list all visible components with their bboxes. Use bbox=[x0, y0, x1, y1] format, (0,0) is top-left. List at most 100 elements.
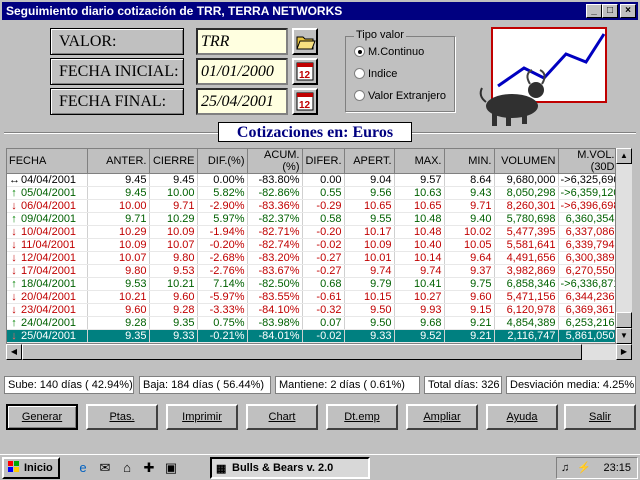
title-bar[interactable]: Seguimiento diario cotización de TRR, TE… bbox=[2, 2, 638, 20]
clock[interactable]: 23:15 bbox=[603, 462, 631, 474]
scroll-thumb[interactable] bbox=[616, 312, 632, 328]
table-row[interactable]: ↓ 17/04/2001 9.80 9.53 -2.76% -83.67% -0.27 9.7… bbox=[7, 264, 615, 278]
table-cell: -2.76% bbox=[197, 264, 248, 278]
table-row[interactable]: ↓ 23/04/2001 9.60 9.28 -3.33% -84.10% -0.32 9.5… bbox=[7, 303, 615, 317]
table-cell: -0.20% bbox=[197, 238, 248, 252]
system-tray: ♫ ⚡ 23:15 bbox=[556, 457, 638, 479]
table-cell: 9.55 bbox=[344, 212, 395, 226]
mvol-value: 6,336,871 bbox=[570, 278, 616, 290]
vertical-scrollbar[interactable]: ▲ ▼ bbox=[616, 148, 632, 344]
table-row[interactable]: ↓ 25/04/2001 9.35 9.33 -0.21% -84.01% -0.02 9.3… bbox=[7, 329, 615, 343]
scroll-up-button[interactable]: ▲ bbox=[616, 148, 632, 164]
ayuda-button[interactable]: Ayuda bbox=[486, 404, 558, 430]
table-cell: 9.74 bbox=[394, 264, 445, 278]
fecha-inicial-input[interactable]: 01/01/2000 bbox=[196, 58, 288, 85]
fecha-final-label: FECHA FINAL: bbox=[50, 88, 184, 115]
radio-valor-extranjero[interactable]: Valor Extranjero bbox=[354, 90, 446, 102]
table-row[interactable]: ↓ 06/04/2001 10.00 9.71 -2.90% -83.36% -0.29 10… bbox=[7, 199, 615, 213]
table-row[interactable]: ↓ 11/04/2001 10.09 10.07 -0.20% -82.74% -0.02 1… bbox=[7, 238, 615, 252]
table-cell: 9.43 bbox=[444, 186, 495, 200]
table-cell: 10.21 bbox=[87, 290, 150, 304]
table-cell: 9.50 bbox=[344, 316, 395, 330]
column-header[interactable]: DIFER. bbox=[302, 149, 345, 174]
hscroll-thumb[interactable] bbox=[22, 344, 582, 360]
dt-emp-button[interactable]: Dt.emp bbox=[326, 404, 398, 430]
table-cell: 5.82% bbox=[197, 186, 248, 200]
table-row[interactable]: ↑ 09/04/2001 9.71 10.29 5.97% -82.37% 0.58 9.55… bbox=[7, 212, 615, 226]
mvol-value: 6,360,354 bbox=[565, 213, 615, 225]
date-cell: ↓ 11/04/2001 bbox=[7, 238, 88, 252]
mvol-cell: 6,369,361 bbox=[558, 303, 615, 317]
table-row[interactable]: ↑ 24/04/2001 9.28 9.35 0.75% -83.98% 0.07 9.50 9… bbox=[7, 316, 615, 330]
close-button[interactable]: × bbox=[620, 4, 636, 18]
table-body: ↔04/04/2001 9.45 9.45 0.00% -83.80% 0.00 9.04 9… bbox=[7, 173, 616, 343]
date-cell: ↓ 12/04/2001 bbox=[7, 251, 88, 265]
channel-icon[interactable]: ✚ bbox=[140, 459, 158, 477]
column-header[interactable]: APERT. bbox=[344, 149, 395, 174]
scroll-left-button[interactable]: ◀ bbox=[6, 344, 22, 360]
column-header[interactable]: ACUM.(%) bbox=[247, 149, 303, 174]
radio-indice[interactable]: Indice bbox=[354, 68, 397, 80]
date-cell: ↓ 10/04/2001 bbox=[7, 225, 88, 239]
date-text: 06/04/2001 bbox=[21, 200, 77, 212]
date-cell: ↑ 09/04/2001 bbox=[7, 212, 88, 226]
table-row[interactable]: ↔04/04/2001 9.45 9.45 0.00% -83.80% 0.00 9.04 9… bbox=[7, 173, 615, 187]
column-header[interactable]: ANTER. bbox=[87, 149, 150, 174]
table-cell: 4,491,656 bbox=[494, 251, 559, 265]
table-row[interactable]: ↑ 18/04/2001 9.53 10.21 7.14% -82.50% 0.68 9.79… bbox=[7, 277, 616, 291]
table-cell: 5,780,698 bbox=[494, 212, 559, 226]
imprimir-button[interactable]: Imprimir bbox=[166, 404, 238, 430]
table-cell: 0.00% bbox=[197, 173, 248, 187]
scroll-down-button[interactable]: ▼ bbox=[616, 328, 632, 344]
minimize-button[interactable]: _ bbox=[586, 4, 602, 18]
network-icon[interactable]: ⚡ bbox=[577, 458, 591, 478]
status-desviacion: Desviación media: 4.25% bbox=[506, 376, 636, 394]
table-cell: 10.00 bbox=[87, 199, 150, 213]
start-button[interactable]: Inicio bbox=[2, 457, 60, 479]
table-row[interactable]: ↑ 05/04/2001 9.45 10.00 5.82% -82.86% 0.55 9.56… bbox=[7, 186, 615, 200]
column-header[interactable]: FECHA bbox=[7, 149, 88, 174]
scroll-right-button[interactable]: ▶ bbox=[616, 344, 632, 360]
outlook-icon[interactable]: ⌂ bbox=[118, 459, 136, 477]
mvol-cell: 6,337,086 bbox=[558, 225, 615, 239]
open-folder-button[interactable] bbox=[292, 28, 318, 55]
salir-button[interactable]: Salir bbox=[564, 404, 636, 430]
mail-icon[interactable]: ✉ bbox=[96, 459, 114, 477]
bull-chart-logo bbox=[479, 27, 607, 126]
volume-icon[interactable]: ♫ bbox=[561, 458, 569, 478]
column-header[interactable]: MAX. bbox=[394, 149, 445, 174]
radio-dot bbox=[354, 46, 365, 57]
mvol-marker: -> bbox=[560, 278, 571, 290]
horizontal-scrollbar[interactable]: ◀ ▶ bbox=[6, 344, 632, 360]
table-cell: 9.21 bbox=[444, 329, 495, 343]
table-row[interactable]: ↓ 12/04/2001 10.07 9.80 -2.68% -83.20% -0.27 10… bbox=[7, 251, 615, 265]
down-arrow-icon: ↓ bbox=[11, 200, 17, 212]
desktop-icon[interactable]: ▣ bbox=[162, 459, 180, 477]
valor-input[interactable]: TRR bbox=[196, 28, 288, 55]
radio-m-continuo[interactable]: M.Continuo bbox=[354, 46, 424, 58]
column-header[interactable]: VOLUMEN bbox=[494, 149, 559, 174]
chart-button[interactable]: Chart bbox=[246, 404, 318, 430]
task-bulls-bears[interactable]: ▦ Bulls & Bears v. 2.0 bbox=[210, 457, 370, 479]
mvol-value: 6,337,086 bbox=[565, 226, 615, 238]
table-row[interactable]: ↓ 10/04/2001 10.29 10.09 -1.94% -82.71% -0.20 1… bbox=[7, 225, 615, 239]
calendar-final-button[interactable]: 12 bbox=[292, 88, 318, 115]
ampliar-button[interactable]: Ampliar bbox=[406, 404, 478, 430]
table-row[interactable]: ↓ 20/04/2001 10.21 9.60 -5.97% -83.55% -0.61 10… bbox=[7, 290, 615, 304]
column-header[interactable]: CIERRE bbox=[149, 149, 198, 174]
generar-button[interactable]: Generar bbox=[6, 404, 78, 430]
maximize-button[interactable]: □ bbox=[602, 4, 618, 18]
column-header[interactable]: MIN. bbox=[444, 149, 495, 174]
column-header[interactable]: DIF.(%) bbox=[197, 149, 248, 174]
quotes-table[interactable]: FECHA ANTER. CIERRE DIF.(%) ACUM.(%) DIFER. AP… bbox=[6, 148, 616, 344]
ptas-button[interactable]: Ptas. bbox=[86, 404, 158, 430]
table-cell: 10.02 bbox=[444, 225, 495, 239]
up-arrow-icon: ↑ bbox=[11, 213, 17, 225]
table-cell: -0.61 bbox=[302, 290, 345, 304]
calendar-inicial-button[interactable]: 12 bbox=[292, 58, 318, 85]
column-header[interactable]: M.VOL.(30D bbox=[558, 149, 615, 174]
table-header: FECHA ANTER. CIERRE DIF.(%) ACUM.(%) DIFER. AP… bbox=[7, 149, 615, 174]
fecha-final-input[interactable]: 25/04/2001 bbox=[196, 88, 288, 115]
mvol-value: 6,344,236 bbox=[565, 291, 615, 303]
ie-icon[interactable]: e bbox=[74, 459, 92, 477]
